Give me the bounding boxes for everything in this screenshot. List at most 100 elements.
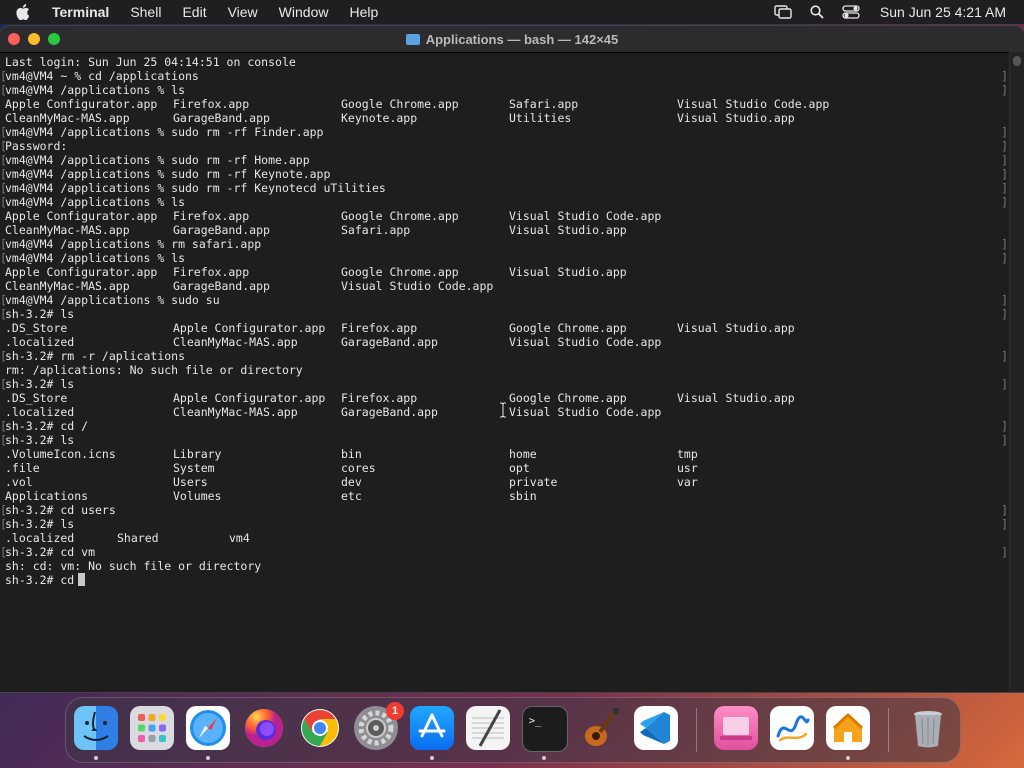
terminal-text: .localized [5,531,75,545]
dock-textedit-icon[interactable] [466,706,510,750]
terminal-text: vm4@VM4 /applications % ls [5,251,186,265]
line-mark-right: ] [1001,83,1008,97]
spotlight-search-icon[interactable] [810,5,824,19]
dock-terminal-icon[interactable]: >_ [522,706,568,752]
terminal-text: etc [341,489,362,503]
terminal-text: Visual Studio Code.app [509,209,662,223]
dock-finder-icon[interactable] [74,706,118,750]
terminal-text: vm4@VM4 /applications % ls [5,83,186,97]
line-mark-right: ] [1001,139,1008,153]
terminal-text: usr [677,461,698,475]
menu-window[interactable]: Window [279,4,329,20]
terminal-text: vm4@VM4 ~ % cd /applications [5,69,199,83]
terminal-text: sh-3.2# cd [5,573,86,587]
line-mark-right: ] [1001,545,1008,559]
menu-edit[interactable]: Edit [182,4,206,20]
terminal-line: [] vm4@VM4 /applications % sudo rm -rf Ho… [0,153,1008,167]
dock-garageband-icon[interactable] [578,706,622,750]
menu-app-name[interactable]: Terminal [52,4,109,20]
line-mark-right: ] [1001,517,1008,531]
terminal-text: CleanMyMac-MAS.app [5,279,130,293]
text-cursor [78,573,86,586]
terminal-text: CleanMyMac-MAS.app [5,223,130,237]
terminal-text: Firefox.app [173,209,250,223]
terminal-text: vm4@VM4 /applications % sudo rm -rf Find… [5,125,324,139]
terminal-line: .localized CleanMyMac-MAS.app GarageBand.a… [5,335,1004,349]
terminal-text: sh-3.2# ls [5,307,75,321]
terminal-line: [] sh-3.2# cd users [0,503,1008,517]
line-mark-right: ] [1001,433,1008,447]
terminal-text: Firefox.app [341,321,418,335]
terminal-text: opt [509,461,530,475]
menu-help[interactable]: Help [349,4,378,20]
screen-mirroring-icon[interactable] [774,5,792,19]
terminal-text: sh: cd: vm: No such file or directory [5,559,262,573]
terminal-text: Visual Studio.app [677,111,795,125]
terminal-text: vm4 [229,531,250,545]
dock-app-store-icon[interactable] [410,706,454,750]
terminal-text: Google Chrome.app [509,391,627,405]
terminal-text: Safari.app [341,223,411,237]
terminal-line: sh-3.2# cd [5,573,1004,587]
terminal-line: [] vm4@VM4 ~ % cd /applications [0,69,1008,83]
notification-badge: 1 [386,702,404,720]
terminal-text: vm4@VM4 /applications % ls [5,195,186,209]
terminal-text: Safari.app [509,97,579,111]
window-titlebar[interactable]: Applications — bash — 142×45 [0,26,1024,53]
terminal-text: Applications [5,489,89,503]
line-mark-right: ] [1001,307,1008,321]
terminal-text: sh-3.2# cd / [5,419,89,433]
dock-separator [888,708,889,752]
dock-vscode-icon[interactable] [634,706,678,750]
terminal-text: sh-3.2# cd users [5,503,116,517]
line-mark-right: ] [1001,349,1008,363]
line-mark-right: ] [1001,153,1008,167]
dock-freeform-icon[interactable] [770,706,814,750]
terminal-text: Password: [5,139,68,153]
terminal-text: dev [341,475,362,489]
dock-safari-icon[interactable] [186,706,230,750]
menu-clock[interactable]: Sun Jun 25 4:21 AM [880,4,1006,20]
terminal-text: Visual Studio Code.app [509,335,662,349]
line-mark-right: ] [1001,293,1008,307]
line-mark-right: ] [1001,167,1008,181]
terminal-line: Apple Configurator.app Firefox.app Google … [5,265,1004,279]
terminal-line: [] sh-3.2# rm -r /aplications [0,349,1008,363]
terminal-text: vm4@VM4 /applications % sudo rm -rf Home… [5,153,310,167]
line-mark-right: ] [1001,251,1008,265]
dock-chrome-icon[interactable] [298,706,342,750]
dock-launchpad-icon[interactable] [130,706,174,750]
terminal-text: Volumes [173,489,222,503]
terminal-line: [] vm4@VM4 /applications % ls [0,83,1008,97]
terminal-text: var [677,475,698,489]
control-center-icon[interactable] [842,5,860,19]
terminal-line: [] sh-3.2# ls [0,377,1008,391]
menu-shell[interactable]: Shell [130,4,161,20]
terminal-output[interactable]: Last login: Sun Jun 25 04:14:51 on conso… [0,55,1008,692]
terminal-text: private [509,475,558,489]
line-mark-right: ] [1001,181,1008,195]
terminal-text: CleanMyMac-MAS.app [5,111,130,125]
dock-trash-icon[interactable] [906,706,950,750]
line-mark-right: ] [1001,237,1008,251]
dock-firefox-icon[interactable] [242,706,286,750]
terminal-text: Keynote.app [341,111,418,125]
terminal-text: sh-3.2# cd vm [5,545,96,559]
terminal-text: Utilities [509,111,572,125]
scrollbar-thumb[interactable] [1013,56,1021,66]
dock-cleanmymac-icon[interactable] [714,706,758,750]
terminal-text: .file [5,461,40,475]
running-indicator [430,756,434,760]
terminal-text: sh-3.2# ls [5,517,75,531]
line-mark-right: ] [1001,69,1008,83]
terminal-line: [] vm4@VM4 /applications % sudo rm -rf Fi… [0,125,1008,139]
terminal-scrollbar[interactable] [1009,52,1024,692]
apple-menu-icon[interactable] [16,4,34,20]
terminal-text: vm4@VM4 /applications % sudo su [5,293,220,307]
dock-home-icon[interactable] [826,706,870,750]
svg-text:>_: >_ [529,715,542,727]
menu-view[interactable]: View [228,4,258,20]
terminal-text: System [173,461,215,475]
terminal-text: CleanMyMac-MAS.app [173,335,298,349]
dock-system-settings-icon[interactable]: 1 [354,702,404,750]
